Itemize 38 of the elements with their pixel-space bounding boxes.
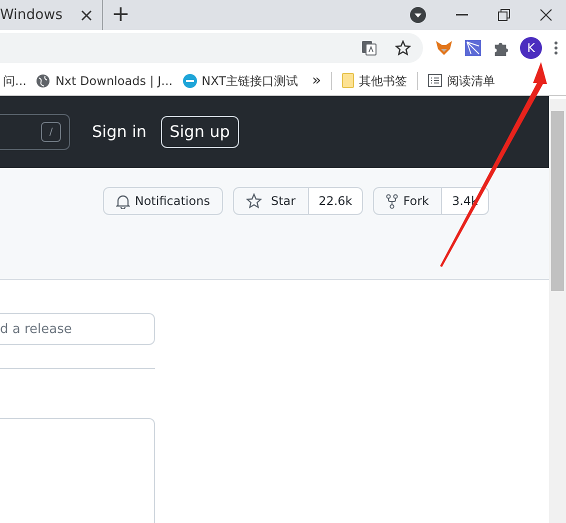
star-button[interactable]: Star <box>232 187 309 215</box>
reading-list-icon <box>428 74 442 87</box>
fork-button[interactable]: Fork <box>373 187 442 215</box>
search-field[interactable]: d a release <box>0 313 155 345</box>
new-tab-button[interactable]: + <box>110 3 131 27</box>
dropdown-icon[interactable] <box>410 7 426 23</box>
menu-icon[interactable] <box>554 41 558 55</box>
folder-icon <box>342 73 354 88</box>
bookmark-item[interactable]: Nxt Downloads | J... <box>36 72 173 90</box>
bookmark-folder[interactable]: 其他书签 <box>342 72 408 90</box>
close-icon[interactable] <box>80 10 92 20</box>
sign-in-link[interactable]: Sign in <box>92 120 147 144</box>
keyboard-shortcut: / <box>41 122 61 142</box>
star-icon <box>246 193 262 209</box>
more-bookmarks-button[interactable]: » <box>312 69 322 92</box>
bookmark-item[interactable]: 阅读清单 <box>428 72 496 90</box>
star-count[interactable]: 22.6k <box>308 187 364 215</box>
translate-icon[interactable] <box>361 40 377 56</box>
puzzle-icon[interactable] <box>493 40 508 56</box>
browser-tab[interactable]: Windows <box>0 0 102 30</box>
minimize-icon[interactable] <box>456 14 468 16</box>
search-field[interactable]: / <box>0 114 70 150</box>
bookmark-item[interactable]: NXT主链接口测试 <box>182 72 298 90</box>
globe-icon <box>36 74 50 88</box>
site-icon <box>182 74 197 88</box>
scrollbar-thumb[interactable] <box>551 111 564 291</box>
extension-icon[interactable] <box>465 40 481 56</box>
fork-icon <box>386 194 398 208</box>
notifications-button[interactable]: Notifications <box>102 187 223 215</box>
star-icon[interactable] <box>395 40 411 56</box>
bookmark-item[interactable]: 问... <box>3 72 26 90</box>
scrollbar[interactable] <box>549 99 566 523</box>
profile-avatar[interactable]: K <box>520 37 542 59</box>
sign-up-button[interactable]: Sign up <box>160 116 239 148</box>
fox-icon[interactable] <box>435 40 453 56</box>
bell-icon <box>116 194 130 208</box>
close-icon[interactable] <box>540 9 552 21</box>
restore-icon[interactable] <box>498 9 510 21</box>
